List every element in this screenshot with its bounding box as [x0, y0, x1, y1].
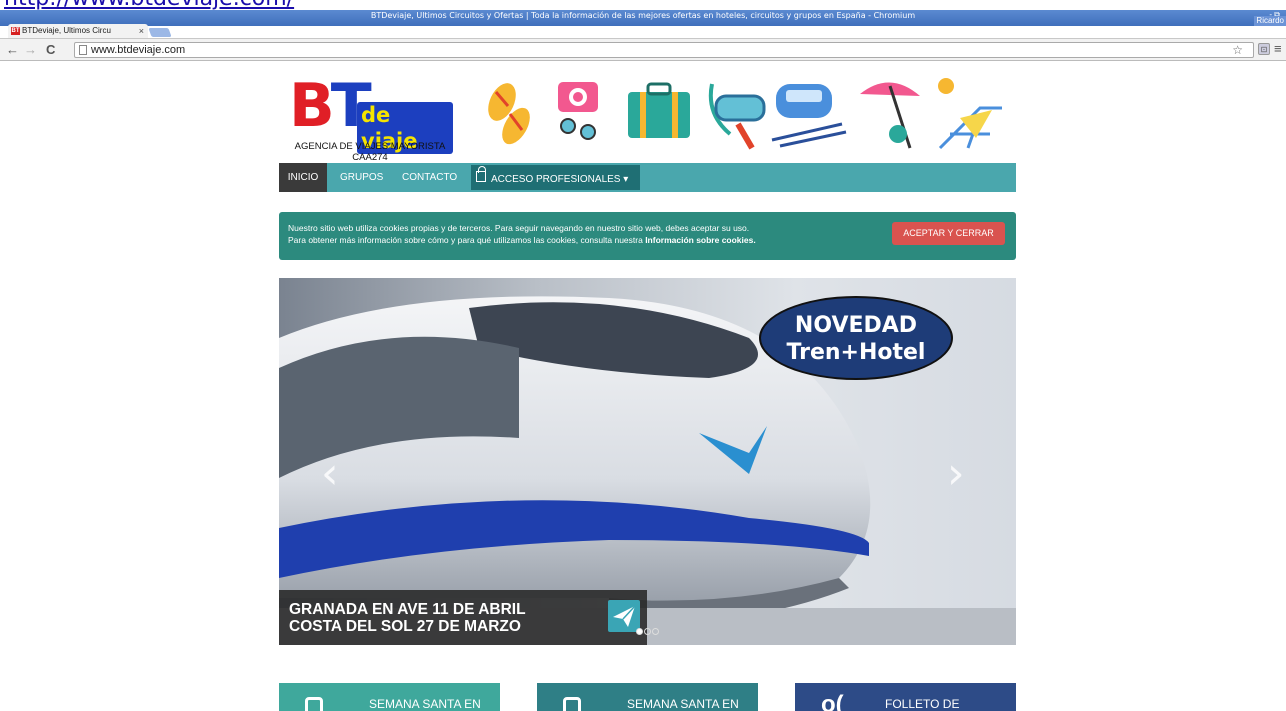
rss-icon[interactable]: ⊡ — [1258, 43, 1270, 55]
beach-umbrella-icon — [860, 82, 920, 149]
agency-tagline: AGENCIA DE VIAJES MAYORISTA CAA274 — [294, 141, 446, 163]
travel-icons-banner — [480, 74, 1010, 154]
page-url-caption[interactable]: http://www.btdeviaje.com/ — [4, 0, 294, 11]
novedad-badge[interactable]: NOVEDAD Tren+Hotel — [759, 296, 953, 380]
accept-cookies-button[interactable]: ACEPTAR Y CERRAR — [892, 222, 1005, 245]
nav-item-grupos[interactable]: GRUPOS — [340, 163, 383, 192]
close-tab-icon[interactable]: × — [139, 24, 144, 38]
professional-access-label: ACCESO PROFESIONALES ▾ — [491, 174, 629, 185]
snorkel-mask-icon — [708, 83, 766, 150]
bookmark-star-icon[interactable]: ☆ — [1232, 43, 1243, 57]
slider-dot-2[interactable] — [644, 628, 651, 635]
window-title-bar: BTDeviaje, Ultimos Circuitos y Ofertas |… — [0, 10, 1286, 26]
suitcase-icon — [628, 82, 690, 138]
browser-tab[interactable]: BT BTDeviaje, Ultimos Circu × — [8, 24, 148, 38]
browser-menu-icon[interactable]: ≡ — [1274, 41, 1282, 56]
slider-dot-3[interactable] — [652, 628, 659, 635]
reload-icon[interactable]: C — [46, 43, 55, 56]
nav-item-inicio[interactable]: INICIO — [279, 163, 327, 192]
site-logo[interactable]: BT de viaje AGENCIA DE VIAJES MAYORISTA … — [289, 74, 453, 164]
flip-flops-icon — [488, 83, 530, 145]
card-label: FOLLETO DE — [885, 697, 960, 711]
hero-slider: NOVEDAD Tren+Hotel ‹ › GRANADA EN AVE 11… — [279, 278, 1016, 645]
card-semana-santa-2[interactable]: SEMANA SANTA EN — [537, 683, 758, 711]
new-tab-button[interactable] — [148, 28, 172, 37]
train-icon — [771, 84, 847, 148]
main-navbar: INICIO GRUPOS CONTACTO ACCESO PROFESIONA… — [279, 163, 1016, 192]
card-label: SEMANA SANTA EN — [627, 697, 739, 711]
profile-name[interactable]: Ricardo — [1254, 16, 1286, 26]
address-url: www.btdeviaje.com — [91, 44, 186, 56]
back-arrow-icon[interactable]: ← — [6, 43, 19, 56]
page-icon — [79, 45, 87, 55]
cookie-info-link[interactable]: Información sobre cookies. — [645, 235, 756, 245]
favicon-icon: BT — [11, 27, 20, 35]
slider-next-arrow[interactable]: › — [947, 448, 965, 499]
moon-icon: o( — [821, 691, 844, 711]
forward-arrow-icon[interactable]: → — [24, 43, 37, 56]
camera-icon — [558, 82, 598, 140]
cookie-notice: Nuestro sitio web utiliza cookies propia… — [279, 212, 1016, 260]
address-bar[interactable]: www.btdeviaje.com ☆ — [74, 42, 1254, 58]
bus-front-icon — [563, 697, 581, 711]
slide-caption[interactable]: GRANADA EN AVE 11 DE ABRIL COSTA DEL SOL… — [279, 590, 647, 645]
window-title: BTDeviaje, Ultimos Circuitos y Ofertas |… — [370, 11, 916, 20]
slider-indicators — [636, 622, 660, 640]
professional-access-dropdown[interactable]: ACCESO PROFESIONALES ▾ — [471, 165, 641, 190]
page-viewport: BT de viaje AGENCIA DE VIAJES MAYORISTA … — [0, 62, 1286, 711]
logo-bt: BT — [289, 71, 372, 141]
nav-item-contacto[interactable]: CONTACTO — [402, 163, 457, 192]
slider-dot-1[interactable] — [636, 628, 643, 635]
card-semana-santa-1[interactable]: SEMANA SANTA EN — [279, 683, 500, 711]
tab-title: BTDeviaje, Ultimos Circu — [22, 26, 111, 35]
card-label: SEMANA SANTA EN — [369, 697, 481, 711]
slider-prev-arrow[interactable]: ‹ — [321, 448, 339, 499]
train-front-icon — [305, 697, 323, 711]
deck-chair-icon — [938, 78, 1002, 150]
lock-icon — [476, 166, 486, 182]
browser-toolbar: ← → C www.btdeviaje.com ☆ ⊡ ≡ — [0, 39, 1286, 61]
card-folleto[interactable]: o( FOLLETO DE — [795, 683, 1016, 711]
